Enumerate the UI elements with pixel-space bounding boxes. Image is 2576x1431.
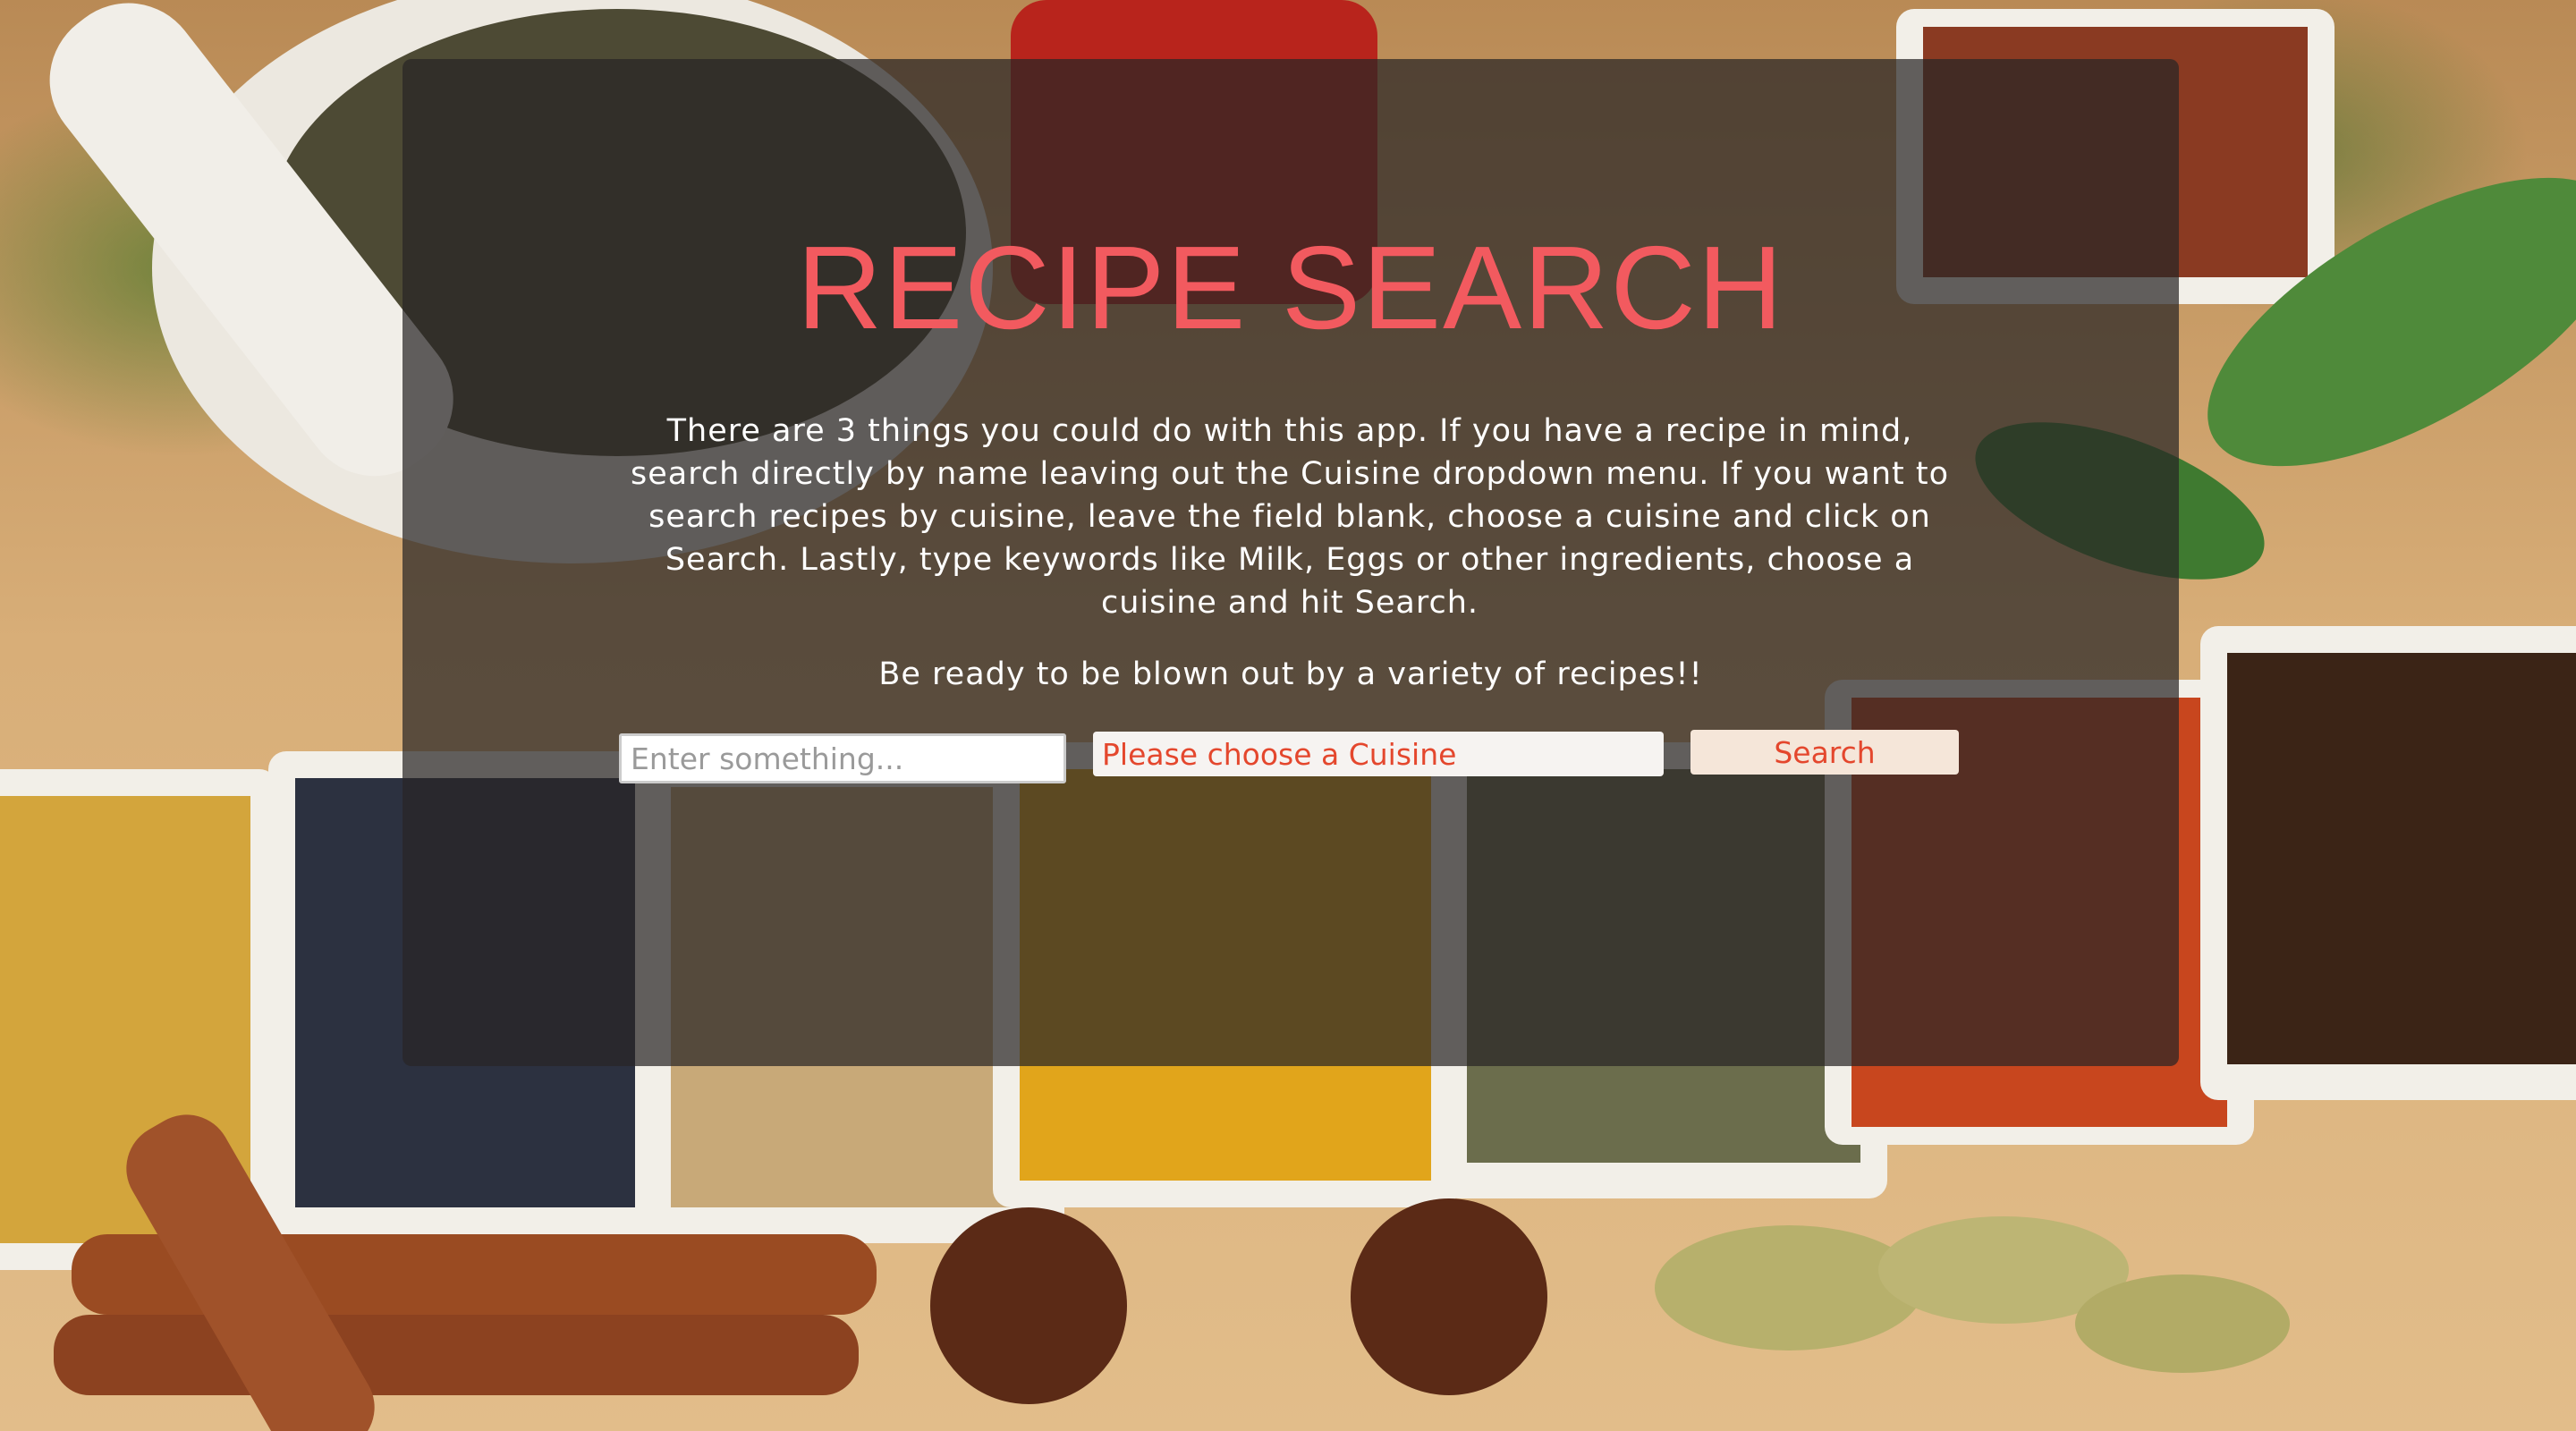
page-title: RECIPE SEARCH [796, 222, 1785, 353]
cuisine-dropdown-label: Please choose a Cuisine [1102, 736, 1457, 772]
app-description: There are 3 things you could do with thi… [631, 413, 1949, 621]
intro-panel: RECIPE SEARCH There are 3 things you cou… [402, 59, 2179, 1066]
cuisine-dropdown[interactable]: Please choose a Cuisine [1093, 732, 1664, 776]
search-input[interactable] [619, 733, 1066, 783]
tagline: Be ready to be blown out by a variety of… [878, 656, 1703, 692]
search-button[interactable]: Search [1690, 730, 1959, 775]
